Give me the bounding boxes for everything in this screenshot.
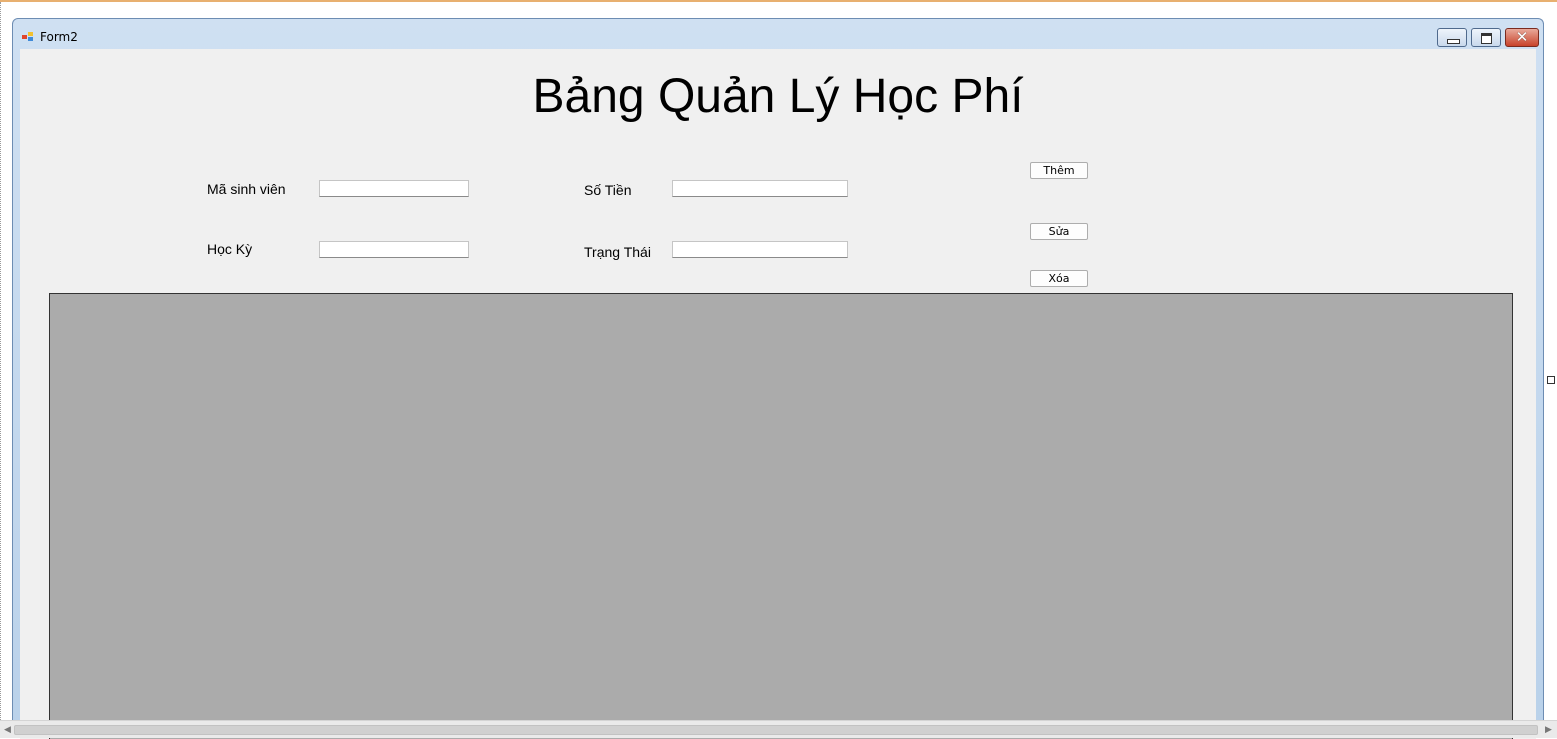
add-button[interactable]: Thêm xyxy=(1030,162,1088,179)
status-input[interactable] xyxy=(672,241,848,258)
close-icon: ✕ xyxy=(1515,28,1529,46)
scroll-thumb[interactable] xyxy=(14,725,1538,735)
semester-input[interactable] xyxy=(319,241,469,258)
delete-button[interactable]: Xóa xyxy=(1030,270,1088,287)
page-title: Bảng Quản Lý Học Phí xyxy=(532,70,1024,123)
edit-button[interactable]: Sửa xyxy=(1030,223,1088,240)
semester-label: Học Kỳ xyxy=(207,241,253,257)
maximize-icon xyxy=(1481,33,1492,44)
minimize-icon xyxy=(1447,39,1460,44)
status-label: Trạng Thái xyxy=(584,244,651,260)
scroll-left-icon[interactable]: ◀ xyxy=(4,724,11,735)
maximize-button[interactable] xyxy=(1471,28,1501,47)
window-title: Form2 xyxy=(40,30,78,44)
form-icon xyxy=(22,32,34,42)
student-id-label: Mã sinh viên xyxy=(207,181,286,197)
scroll-right-icon[interactable]: ▶ xyxy=(1545,724,1552,735)
horizontal-scrollbar[interactable]: ◀ ▶ xyxy=(0,720,1557,738)
close-button[interactable]: ✕ xyxy=(1505,28,1539,47)
form-client-area: Bảng Quản Lý Học Phí Mã sinh viên Số Tiề… xyxy=(20,49,1536,739)
title-bar[interactable]: Form2 ✕ xyxy=(13,19,1543,49)
amount-input[interactable] xyxy=(672,180,848,197)
resize-handle[interactable] xyxy=(1547,376,1555,384)
data-grid[interactable] xyxy=(49,293,1513,739)
form-window: Form2 ✕ Bảng Quản Lý Học Phí Mã sinh viê… xyxy=(12,18,1544,739)
amount-label: Số Tiền xyxy=(584,182,632,198)
minimize-button[interactable] xyxy=(1437,28,1467,47)
student-id-input[interactable] xyxy=(319,180,469,197)
